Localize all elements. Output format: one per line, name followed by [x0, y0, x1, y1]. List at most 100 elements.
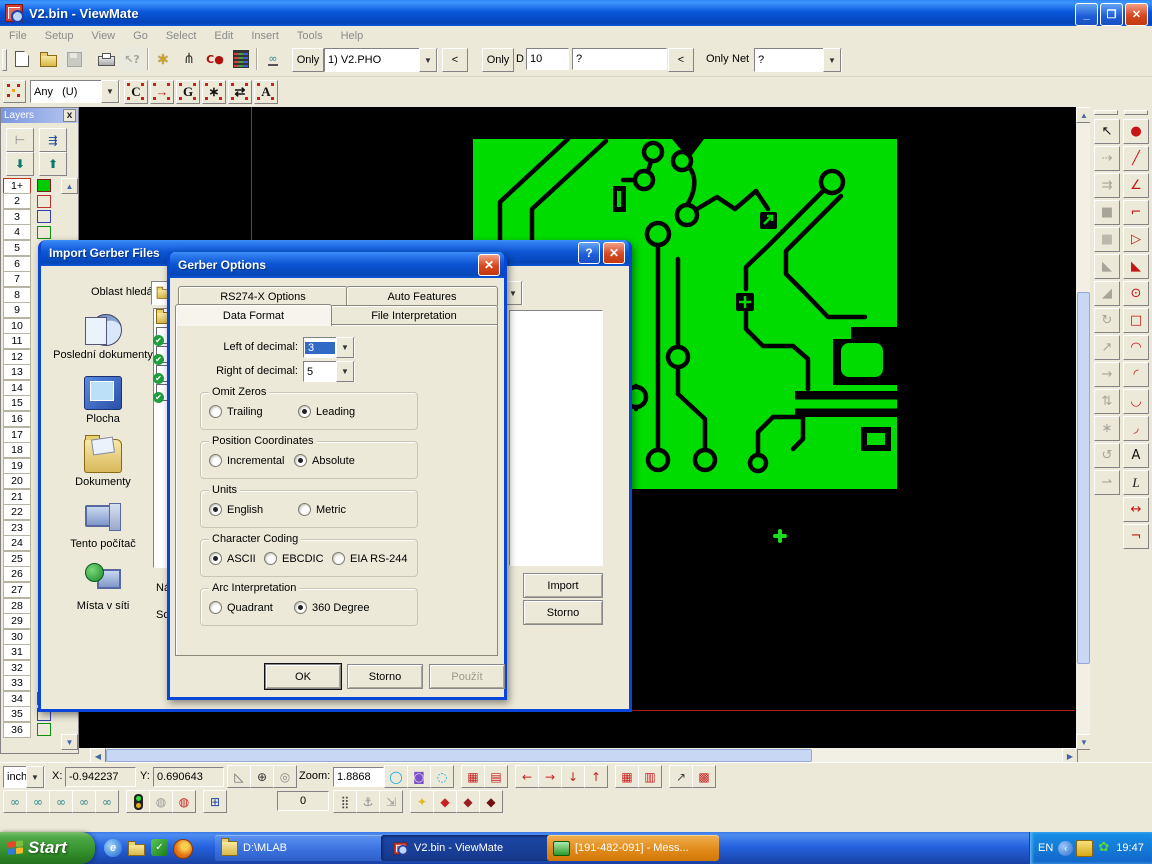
status-view-glasses-2-icon[interactable]: ∞ [26, 790, 50, 813]
layer-number[interactable]: 6 [3, 256, 31, 272]
layer-number[interactable]: 33 [3, 675, 31, 691]
toolbar-grip[interactable] [1124, 110, 1148, 115]
radio-eia-rs244[interactable]: EIA RS-244 [332, 552, 407, 565]
import-button[interactable]: Import [523, 573, 603, 598]
tool-move-icon[interactable]: → [1094, 362, 1120, 387]
chevron-down-icon[interactable]: ▼ [336, 337, 354, 358]
menu-view[interactable]: View [82, 28, 124, 44]
aperture-grid-button[interactable] [3, 80, 26, 103]
tool-draw-rect-icon[interactable]: □ [1123, 308, 1149, 333]
status-snap-angle-icon[interactable]: ◺ [227, 765, 251, 788]
layer-number[interactable]: 9 [3, 302, 31, 318]
measure-view-button[interactable]: ∞ [260, 47, 286, 71]
prev-dcode-button[interactable]: < [668, 48, 694, 72]
status-pan-down-icon[interactable]: ↓ [561, 765, 585, 788]
tool-draw-corner-icon[interactable]: ⌐ [1123, 200, 1149, 225]
status-stretch-icon[interactable]: ↗ [669, 765, 693, 788]
radio-metric[interactable]: Metric [298, 503, 346, 516]
status-view-glasses-4-icon[interactable]: ∞ [72, 790, 96, 813]
aperture-h-aperture-icon[interactable]: ⇄ [228, 80, 252, 104]
status-grid-a-icon[interactable]: ▦ [615, 765, 639, 788]
chevron-down-icon[interactable]: ▼ [101, 80, 119, 103]
aperture-draw-aperture-icon[interactable]: → [150, 80, 174, 104]
place-item-0[interactable]: Poslední dokumenty [53, 314, 153, 362]
menu-edit[interactable]: Edit [205, 28, 242, 44]
layer-number[interactable]: 5 [3, 240, 31, 256]
cancel-button[interactable]: Storno [523, 600, 603, 625]
status-pad-red-icon[interactable]: ◆ [433, 790, 457, 813]
ie-quicklaunch-icon[interactable]: e [104, 839, 122, 857]
status-zoom-dynamic-icon[interactable]: ◌ [430, 765, 454, 788]
radio-english[interactable]: English [209, 503, 263, 516]
firefox-quicklaunch-icon[interactable] [173, 839, 193, 859]
status-pan-right-icon[interactable]: → [538, 765, 562, 788]
tool-settings-icon[interactable]: ∗ [1094, 416, 1120, 441]
task-messenger[interactable]: [191-482-091] - Mess... [547, 835, 719, 861]
chevron-down-icon[interactable]: ▼ [419, 48, 437, 72]
layer-number[interactable]: 10 [3, 318, 31, 334]
layer-swatch[interactable] [37, 195, 51, 208]
radio-ascii[interactable]: ASCII [209, 552, 256, 565]
layer-number[interactable]: 14 [3, 380, 31, 396]
layer-up-button[interactable]: ⬆ [39, 152, 67, 176]
cancel-button[interactable]: Storno [347, 664, 423, 689]
layer-number[interactable]: 23 [3, 520, 31, 536]
layer-number[interactable]: 35 [3, 706, 31, 722]
scroll-down-icon[interactable]: ▼ [61, 734, 78, 750]
tray-collapse-icon[interactable]: ‹ [1058, 841, 1073, 856]
c-film-button[interactable]: C● [203, 47, 227, 71]
layer-number[interactable]: 34 [3, 691, 31, 707]
menu-help[interactable]: Help [332, 28, 373, 44]
status-anchor-icon[interactable]: ⚓ [356, 790, 380, 813]
tool-select-all-icon[interactable]: ⇉ [1094, 173, 1120, 198]
gerber-dialog-titlebar[interactable]: Gerber Options ✕ [170, 252, 504, 278]
layer-swatch[interactable] [37, 226, 51, 239]
status-grid-half-icon[interactable]: ▤ [484, 765, 508, 788]
layer-number[interactable]: 1+ [3, 178, 31, 194]
status-select-area-icon[interactable]: ▩ [692, 765, 716, 788]
task-viewmate[interactable]: V2.bin - ViewMate [381, 835, 553, 861]
tools-ruler-button[interactable]: ⋔ [177, 47, 201, 71]
tab-auto-features[interactable]: Auto Features [346, 286, 498, 306]
tool-fill-light-icon[interactable]: ■ [1094, 227, 1120, 252]
aperture-flash-aperture-icon[interactable]: ∗ [202, 80, 226, 104]
radio-ebcdic[interactable]: EBCDIC [264, 552, 324, 565]
status-origin-target-icon[interactable]: ⊕ [250, 765, 274, 788]
tool-select-next-icon[interactable]: ⇢ [1094, 146, 1120, 171]
tab-data-format[interactable]: Data Format [175, 304, 332, 326]
flash-tool-button[interactable]: ∗ [151, 47, 175, 71]
canvas-vscrollbar[interactable]: ▲ ▼ [1076, 107, 1090, 748]
chevron-down-icon[interactable]: ▼ [26, 766, 44, 788]
tab-rs274x-options[interactable]: RS274-X Options [178, 286, 348, 306]
print-button[interactable] [94, 47, 118, 71]
only-layer-button[interactable]: Only [292, 48, 324, 72]
layer-number[interactable]: 21 [3, 489, 31, 505]
aperture-filter-combo[interactable]: Any (U) ▼ [30, 80, 120, 103]
status-probe-icon[interactable]: ◎ [273, 765, 297, 788]
menu-go[interactable]: Go [124, 28, 157, 44]
tool-draw-arc2-icon[interactable]: ◜ [1123, 362, 1149, 387]
menu-file[interactable]: File [0, 28, 36, 44]
unit-combo[interactable]: inch ▼ [3, 766, 45, 788]
vscroll-thumb[interactable] [1077, 292, 1090, 664]
ok-button[interactable]: OK [265, 664, 341, 689]
layer-insert-button[interactable]: ⊢ [6, 128, 34, 152]
menu-tools[interactable]: Tools [288, 28, 332, 44]
radio-leading[interactable]: Leading [298, 405, 355, 418]
layer-number[interactable]: 36 [3, 722, 31, 738]
aperture-g-code-icon[interactable]: G [176, 80, 200, 104]
film-colors-button[interactable] [229, 47, 253, 71]
layer-table-button[interactable]: ⇶ [39, 128, 67, 152]
layer-number[interactable]: 29 [3, 613, 31, 629]
menu-select[interactable]: Select [157, 28, 206, 44]
dcode-input[interactable]: 10 [526, 48, 569, 70]
layer-number[interactable]: 13 [3, 364, 31, 380]
folder-quicklaunch-icon[interactable] [128, 844, 145, 856]
status-highlight-light-icon[interactable] [126, 790, 150, 813]
task-dmlab[interactable]: D:\MLAB [215, 835, 387, 861]
status-lamp-on-icon[interactable]: ◍ [172, 790, 196, 813]
language-indicator[interactable]: EN [1038, 842, 1053, 854]
layer-number[interactable]: 22 [3, 504, 31, 520]
layer-swatch[interactable] [37, 210, 51, 223]
layer-number[interactable]: 8 [3, 287, 31, 303]
